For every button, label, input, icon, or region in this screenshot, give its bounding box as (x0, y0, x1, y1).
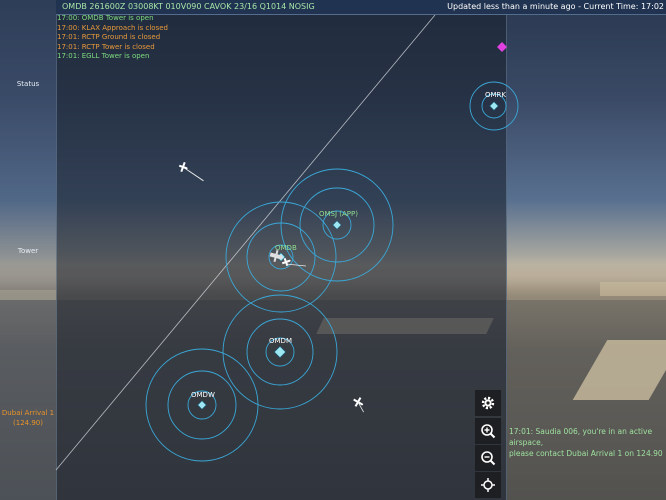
zoom-out-button[interactable] (475, 445, 501, 471)
station-label-omdm[interactable]: OMDM (269, 337, 292, 345)
atc-message-line: 17:01: Saudia 006, you're in an active a… (509, 427, 653, 447)
station-label-omdw[interactable]: OMDW (191, 391, 215, 399)
zoom-in-button[interactable] (475, 418, 501, 444)
radar-overlay (55, 14, 519, 471)
crosshair-icon (481, 478, 495, 492)
station-omsj (280, 168, 394, 282)
aircraft-icon (353, 397, 365, 413)
station-omrk (469, 81, 519, 131)
update-status: Updated less than a minute ago - Current… (447, 2, 664, 11)
log-entry: 17:01: RCTP Ground is closed (57, 33, 161, 41)
log-entry: 17:01: RCTP Tower is closed (57, 42, 155, 51)
aircraft-icon (178, 161, 204, 182)
offscreen-traffic-marker (497, 42, 507, 52)
gear-icon (481, 396, 495, 410)
station-label-omdb[interactable]: OMDB (275, 244, 297, 252)
station-label-omrk[interactable]: OMRK (485, 91, 506, 99)
event-log: 17:00: OMDB Tower is open 17:00: KLAX Ap… (57, 14, 168, 62)
settings-button[interactable] (475, 390, 501, 416)
zoom-in-icon (481, 424, 496, 439)
approach-course-line (55, 14, 436, 471)
atc-message: 17:01: Saudia 006, you're in an active a… (509, 426, 665, 459)
station-omdw (145, 348, 259, 462)
atc-message-line: please contact Dubai Arrival 1 on 124.90 (509, 449, 663, 458)
zoom-out-icon (481, 451, 496, 466)
station-label-omsj[interactable]: OMSJ (APP) (319, 210, 358, 218)
log-entry: 17:01: EGLL Tower is open (57, 52, 150, 60)
metar-text: OMDB 261600Z 03008KT 010V090 CAVOK 23/16… (62, 2, 315, 11)
log-entry: 17:00: KLAX Approach is closed (57, 23, 168, 32)
recenter-button[interactable] (475, 472, 501, 498)
log-entry: 17:00: OMDB Tower is open (57, 14, 154, 22)
